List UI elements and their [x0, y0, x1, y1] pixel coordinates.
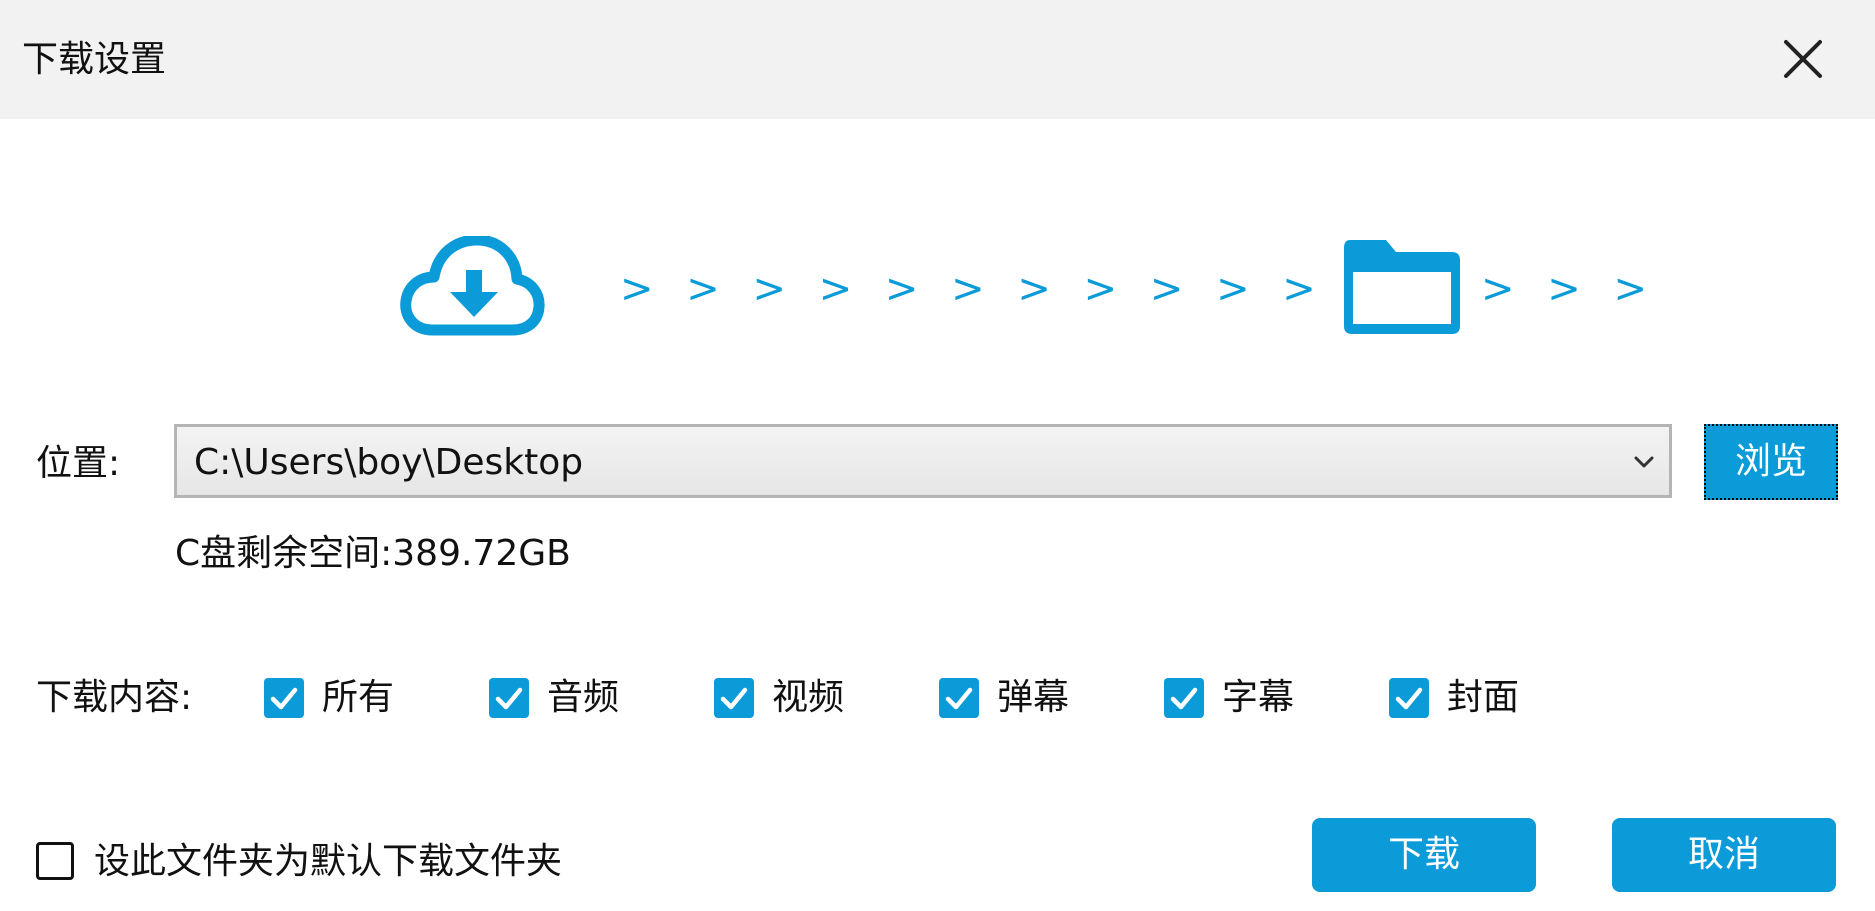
checkbox-checked — [264, 678, 304, 718]
checkbox-label: 封面 — [1447, 677, 1520, 718]
checkmark-icon — [1395, 687, 1423, 710]
checkbox-checked — [939, 678, 979, 718]
title-bar: 下载设置 — [0, 0, 1875, 119]
checkmark-icon — [720, 687, 748, 710]
download-path-select[interactable]: C:\Users\boy\Desktop — [174, 424, 1672, 498]
checkbox-unchecked — [36, 842, 74, 880]
checkbox-label: 所有 — [322, 677, 395, 718]
chevron-down-icon — [1634, 456, 1654, 468]
location-label: 位置: — [36, 443, 121, 484]
checkbox-label: 弹幕 — [997, 677, 1070, 718]
checkbox-checked — [714, 678, 754, 718]
default-folder-label: 设此文件夹为默认下载文件夹 — [94, 841, 563, 882]
checkbox-checked — [1164, 678, 1204, 718]
checkmark-icon — [270, 687, 298, 710]
checkmark-icon — [1170, 687, 1198, 710]
folder-icon — [1344, 240, 1460, 334]
download-settings-dialog: 下载设置 > > > > > > > > > > > > > > > > 位置:… — [0, 0, 1875, 911]
checkbox-label: 字幕 — [1222, 677, 1295, 718]
cloud-download-icon — [400, 236, 545, 336]
close-icon — [1784, 40, 1822, 78]
dialog-title: 下载设置 — [22, 39, 167, 80]
cancel-button[interactable]: 取消 — [1612, 818, 1836, 892]
checkbox-checked — [489, 678, 529, 718]
free-space-text: C盘剩余空间:389.72GB — [175, 533, 571, 574]
checkbox-label: 音频 — [547, 677, 620, 718]
checkbox-label: 视频 — [772, 677, 845, 718]
browse-button[interactable]: 浏览 — [1704, 424, 1838, 500]
checkmark-icon — [945, 687, 973, 710]
checkmark-icon — [495, 687, 523, 710]
checkbox-checked — [1389, 678, 1429, 718]
default-folder-checkbox[interactable]: 设此文件夹为默认下载文件夹 — [36, 838, 636, 888]
download-content-label: 下载内容: — [36, 677, 193, 718]
download-button[interactable]: 下载 — [1312, 818, 1536, 892]
close-button[interactable] — [1780, 36, 1826, 82]
download-path-value: C:\Users\boy\Desktop — [194, 442, 584, 483]
transfer-arrows: > > > > > > > > > > > > > > > > — [620, 266, 1657, 312]
